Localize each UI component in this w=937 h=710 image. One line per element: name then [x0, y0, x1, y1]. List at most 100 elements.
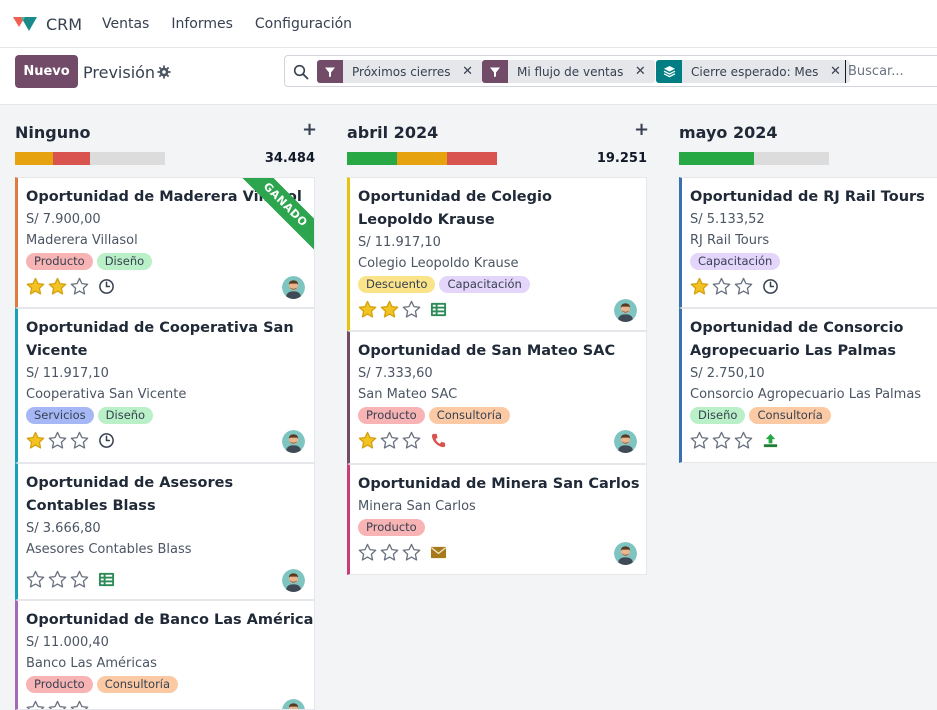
search-input[interactable] — [845, 60, 937, 83]
star-empty-icon[interactable] — [734, 431, 753, 450]
star-empty-icon[interactable] — [70, 431, 89, 450]
kanban-card[interactable]: Oportunidad de San Mateo SAC S/ 7.333,60 S… — [347, 331, 647, 464]
add-card-button[interactable]: + — [634, 119, 649, 140]
kanban-card[interactable]: Oportunidad de Asesores Contables Blass S… — [15, 463, 315, 600]
tag[interactable]: Descuento — [358, 276, 436, 293]
priority-stars[interactable] — [26, 277, 89, 296]
app-name[interactable]: CRM — [46, 15, 82, 34]
star-empty-icon[interactable] — [48, 431, 67, 450]
kanban-card[interactable]: Oportunidad de Maderera Villasol S/ 7.900… — [15, 177, 315, 308]
star-empty-icon[interactable] — [48, 570, 67, 589]
star-empty-icon[interactable] — [690, 431, 709, 450]
priority-stars[interactable] — [358, 431, 421, 450]
menu-item-ventas[interactable]: Ventas — [102, 16, 149, 32]
new-button[interactable]: Nuevo — [15, 55, 78, 88]
priority-stars[interactable] — [358, 543, 421, 562]
todo-list-icon[interactable] — [430, 301, 447, 318]
tag[interactable]: Diseño — [96, 253, 153, 270]
avatar[interactable] — [282, 699, 305, 710]
tag[interactable]: Consultoría — [96, 676, 179, 693]
star-filled-icon[interactable] — [358, 431, 377, 450]
avatar[interactable] — [614, 542, 637, 565]
tag[interactable]: Capacitación — [690, 253, 781, 270]
star-empty-icon[interactable] — [70, 570, 89, 589]
tag[interactable]: Consultoría — [749, 407, 831, 424]
progress-segment[interactable] — [447, 152, 497, 165]
avatar[interactable] — [282, 276, 305, 299]
column-progress-bar[interactable] — [15, 152, 165, 165]
priority-stars[interactable] — [26, 570, 89, 589]
star-empty-icon[interactable] — [70, 277, 89, 296]
tag[interactable]: Diseño — [690, 407, 746, 424]
avatar[interactable] — [614, 430, 637, 453]
star-empty-icon[interactable] — [380, 543, 399, 562]
clock-icon[interactable] — [762, 278, 779, 295]
star-empty-icon[interactable] — [70, 700, 89, 710]
column-progress-bar[interactable] — [347, 152, 497, 165]
tag[interactable]: Producto — [358, 407, 425, 424]
add-card-button[interactable]: + — [302, 119, 317, 140]
close-icon[interactable]: ✕ — [461, 60, 475, 83]
kanban-card[interactable]: Oportunidad de Minera San Carlos Minera S… — [347, 464, 647, 575]
progress-segment[interactable] — [679, 152, 754, 165]
tag[interactable]: Diseño — [97, 407, 154, 424]
clock-icon[interactable] — [98, 278, 115, 295]
priority-stars[interactable] — [26, 431, 89, 450]
menu-item-configuracion[interactable]: Configuración — [255, 16, 352, 32]
progress-segment[interactable] — [15, 152, 53, 165]
tag[interactable]: Consultoría — [428, 407, 511, 424]
avatar[interactable] — [282, 430, 305, 453]
phone-icon[interactable] — [430, 432, 447, 449]
search-bar[interactable]: Próximos cierres ✕ Mi flujo de ventas ✕ … — [284, 55, 937, 87]
tag[interactable]: Producto — [26, 253, 93, 270]
tag[interactable]: Servicios — [26, 407, 94, 424]
star-empty-icon[interactable] — [402, 543, 421, 562]
column-progress-bar[interactable] — [679, 152, 829, 165]
star-filled-icon[interactable] — [358, 300, 377, 319]
close-icon[interactable]: ✕ — [828, 60, 842, 83]
close-icon[interactable]: ✕ — [633, 60, 647, 83]
priority-stars[interactable] — [690, 277, 753, 296]
search-icon[interactable] — [293, 64, 309, 80]
kanban-card[interactable]: Oportunidad de Consorcio Agropecuario La… — [679, 308, 937, 463]
star-empty-icon[interactable] — [712, 277, 731, 296]
column-title[interactable]: abril 2024 — [347, 123, 438, 142]
priority-stars[interactable] — [358, 300, 421, 319]
star-filled-icon[interactable] — [48, 277, 67, 296]
tag[interactable]: Producto — [26, 676, 93, 693]
kanban-card[interactable]: Oportunidad de Cooperativa San Vicente S/… — [15, 308, 315, 463]
star-empty-icon[interactable] — [48, 700, 67, 710]
kanban-card[interactable]: Oportunidad de Colegio Leopoldo Krause S/… — [347, 177, 647, 331]
upload-icon[interactable] — [762, 432, 779, 449]
envelope-icon[interactable] — [430, 544, 447, 561]
kanban-card[interactable]: Oportunidad de RJ Rail Tours S/ 5.133,52 R… — [679, 177, 937, 308]
priority-stars[interactable] — [26, 700, 89, 710]
star-empty-icon[interactable] — [358, 543, 377, 562]
menu-item-informes[interactable]: Informes — [171, 16, 233, 32]
column-title[interactable]: Ninguno — [15, 123, 91, 142]
avatar[interactable] — [614, 299, 637, 322]
star-filled-icon[interactable] — [26, 431, 45, 450]
progress-segment[interactable] — [347, 152, 397, 165]
star-empty-icon[interactable] — [402, 300, 421, 319]
clock-icon[interactable] — [98, 432, 115, 449]
tag[interactable]: Producto — [358, 519, 425, 536]
tag[interactable]: Capacitación — [439, 276, 530, 293]
kanban-card[interactable]: Oportunidad de Banco Las Américas S/ 11.0… — [15, 600, 315, 710]
star-empty-icon[interactable] — [380, 431, 399, 450]
star-empty-icon[interactable] — [402, 431, 421, 450]
todo-list-icon[interactable] — [98, 571, 115, 588]
star-filled-icon[interactable] — [26, 277, 45, 296]
star-filled-icon[interactable] — [690, 277, 709, 296]
star-empty-icon[interactable] — [734, 277, 753, 296]
progress-segment[interactable] — [397, 152, 447, 165]
progress-segment[interactable] — [90, 152, 165, 165]
progress-segment[interactable] — [754, 152, 829, 165]
column-title[interactable]: mayo 2024 — [679, 123, 778, 142]
avatar[interactable] — [282, 569, 305, 592]
star-empty-icon[interactable] — [26, 570, 45, 589]
star-empty-icon[interactable] — [712, 431, 731, 450]
star-empty-icon[interactable] — [26, 700, 45, 710]
star-filled-icon[interactable] — [380, 300, 399, 319]
crm-logo-icon[interactable] — [12, 14, 38, 34]
